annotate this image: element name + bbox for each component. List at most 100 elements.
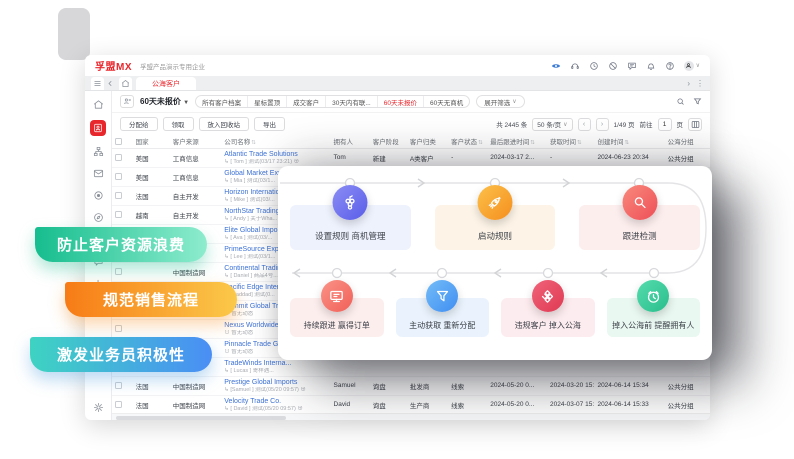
chevron-down-icon: ∨ [563, 121, 567, 128]
row-checkbox[interactable] [115, 230, 122, 237]
help-icon[interactable] [665, 61, 675, 71]
cell: 中国制造网 [170, 262, 222, 281]
row-checkbox-cell [112, 186, 133, 205]
chevron-down-icon: ∨ [512, 98, 516, 105]
cell: 2024-05-20 0... [487, 376, 547, 395]
workflow-step-label: 启动规则 [478, 230, 512, 242]
dnd-icon[interactable] [608, 61, 618, 71]
row-checkbox[interactable] [115, 268, 122, 275]
tab-public-sea-customers[interactable]: 公海客户 [136, 77, 196, 90]
sidebar-item-customers[interactable] [90, 120, 106, 136]
sidebar-item-chart[interactable] [92, 277, 105, 290]
user-menu[interactable]: ∨ [684, 61, 700, 71]
sidebar-item-org[interactable] [92, 145, 105, 158]
workflow-step[interactable]: 主动获取 重新分配 [396, 298, 490, 337]
action-button[interactable]: 领取 [163, 117, 194, 131]
workflow-step[interactable]: 掉入公海前 提醒拥有人 [607, 298, 701, 337]
quick-filter-pill[interactable]: 60天无商机 [424, 96, 469, 107]
workflow-step[interactable]: 违规客户 掉入公海 [501, 298, 595, 337]
sidebar-item-compass[interactable] [92, 211, 105, 224]
quick-filter-pill[interactable]: 星标置顶 [248, 96, 287, 107]
column-header: 客户来源 [170, 135, 222, 148]
cell: 工商信息 [170, 167, 222, 186]
prev-page-button[interactable]: ‹ [578, 118, 591, 131]
clock-icon[interactable] [589, 61, 599, 71]
next-page-button[interactable]: › [596, 118, 609, 131]
row-checkbox[interactable] [115, 344, 122, 351]
column-settings-icon[interactable] [688, 118, 702, 131]
view-switch-icon[interactable] [120, 95, 134, 108]
quick-filter-pill[interactable]: 成交客户 [287, 96, 326, 107]
menu-icon[interactable] [91, 77, 104, 90]
page-size-select[interactable]: 50 条/页∨ [532, 118, 572, 131]
company-link[interactable]: Prestige Global Imports [224, 378, 327, 387]
action-button[interactable]: 放入回收站 [199, 117, 250, 131]
cell [170, 281, 222, 300]
filter-icon[interactable] [693, 93, 702, 111]
workflow-step[interactable]: 持续跟进 赢得订单 [290, 298, 384, 337]
action-button[interactable]: 导出 [254, 117, 285, 131]
quick-filter-pill[interactable]: 30天内有联... [326, 96, 378, 107]
sidebar-item-chat-bubble[interactable] [92, 255, 105, 268]
quick-filter-pill[interactable]: 所有客户档案 [196, 96, 248, 107]
company-link[interactable]: Atlantic Trade Solutions [224, 150, 327, 159]
table-row: 法国中国制造网Prestige Global Imports↳ [Samuel … [112, 376, 710, 395]
follow-up-note: ↳ [ Lucas ] 寄样遇... [224, 368, 327, 375]
row-checkbox[interactable] [115, 173, 122, 180]
workflow-step-label: 主动获取 重新分配 [409, 320, 475, 331]
cell: Samuel [331, 376, 370, 395]
sidebar-item-target[interactable] [92, 189, 105, 202]
cell: 法国 [133, 186, 170, 205]
cell: 2024-06-14 15:33 [594, 395, 664, 413]
quick-filter-pill[interactable]: 60天未报价 [378, 96, 424, 107]
row-checkbox[interactable] [115, 401, 122, 408]
expand-filter-button[interactable]: 展开筛选∨ [476, 95, 524, 108]
sidebar-item-contact[interactable] [92, 233, 105, 246]
chat-icon[interactable] [627, 61, 637, 71]
search-icon[interactable] [676, 93, 685, 111]
tab-scroll-right-icon[interactable]: › [687, 79, 690, 88]
action-button[interactable]: 分配给 [120, 117, 158, 131]
workflow-step[interactable]: 启动规则 [435, 205, 556, 250]
workflow-step[interactable]: 设置规则 商机管理 [290, 205, 411, 250]
row-checkbox[interactable] [115, 192, 122, 199]
sort-icon[interactable]: ⇅ [577, 140, 582, 146]
cell: 2024-03-07 15:55 [547, 395, 594, 413]
tab-more-icon[interactable]: ⋮ [696, 79, 704, 88]
row-checkbox[interactable] [115, 306, 122, 313]
row-checkbox-cell [112, 376, 133, 395]
sort-icon[interactable]: ⇅ [478, 140, 483, 146]
workflow-step[interactable]: 跟进检测 [579, 205, 700, 250]
company-link[interactable]: Velocity Trade Co. [224, 397, 327, 406]
cell: 法国 [133, 376, 170, 395]
row-checkbox[interactable] [115, 249, 122, 256]
cell [170, 300, 222, 319]
magnifier-icon [622, 185, 657, 220]
sidebar-item-mail[interactable] [92, 167, 105, 180]
goto-page-input[interactable] [658, 118, 672, 131]
row-checkbox[interactable] [115, 363, 122, 370]
row-checkbox[interactable] [115, 211, 122, 218]
bell-icon[interactable] [646, 61, 656, 71]
row-checkbox[interactable] [115, 382, 122, 389]
headset-icon[interactable] [570, 61, 580, 71]
sidebar-item-gear[interactable] [92, 401, 105, 414]
sort-icon[interactable]: ⇅ [251, 140, 256, 146]
row-checkbox-cell [112, 243, 133, 262]
cell [133, 319, 170, 338]
row-checkbox[interactable] [115, 325, 122, 332]
sort-icon[interactable]: ⇅ [624, 140, 629, 146]
horizontal-scrollbar[interactable] [112, 413, 710, 420]
home-tab-icon[interactable] [119, 77, 132, 90]
cell: 新建 [370, 148, 407, 167]
select-all-checkbox[interactable] [115, 138, 122, 145]
sort-icon[interactable]: ⇅ [530, 140, 535, 146]
eye-icon[interactable] [551, 61, 561, 71]
scrollbar-thumb[interactable] [116, 416, 286, 420]
back-icon[interactable] [104, 77, 117, 90]
view-title[interactable]: 60天未报价 ▼ [140, 96, 189, 107]
filter-row: 60天未报价 ▼ 所有客户档案星标置顶成交客户30天内有联...60天未报价60… [112, 91, 710, 113]
sidebar-item-home[interactable] [92, 98, 105, 111]
row-checkbox[interactable] [115, 154, 122, 161]
row-checkbox[interactable] [115, 287, 122, 294]
